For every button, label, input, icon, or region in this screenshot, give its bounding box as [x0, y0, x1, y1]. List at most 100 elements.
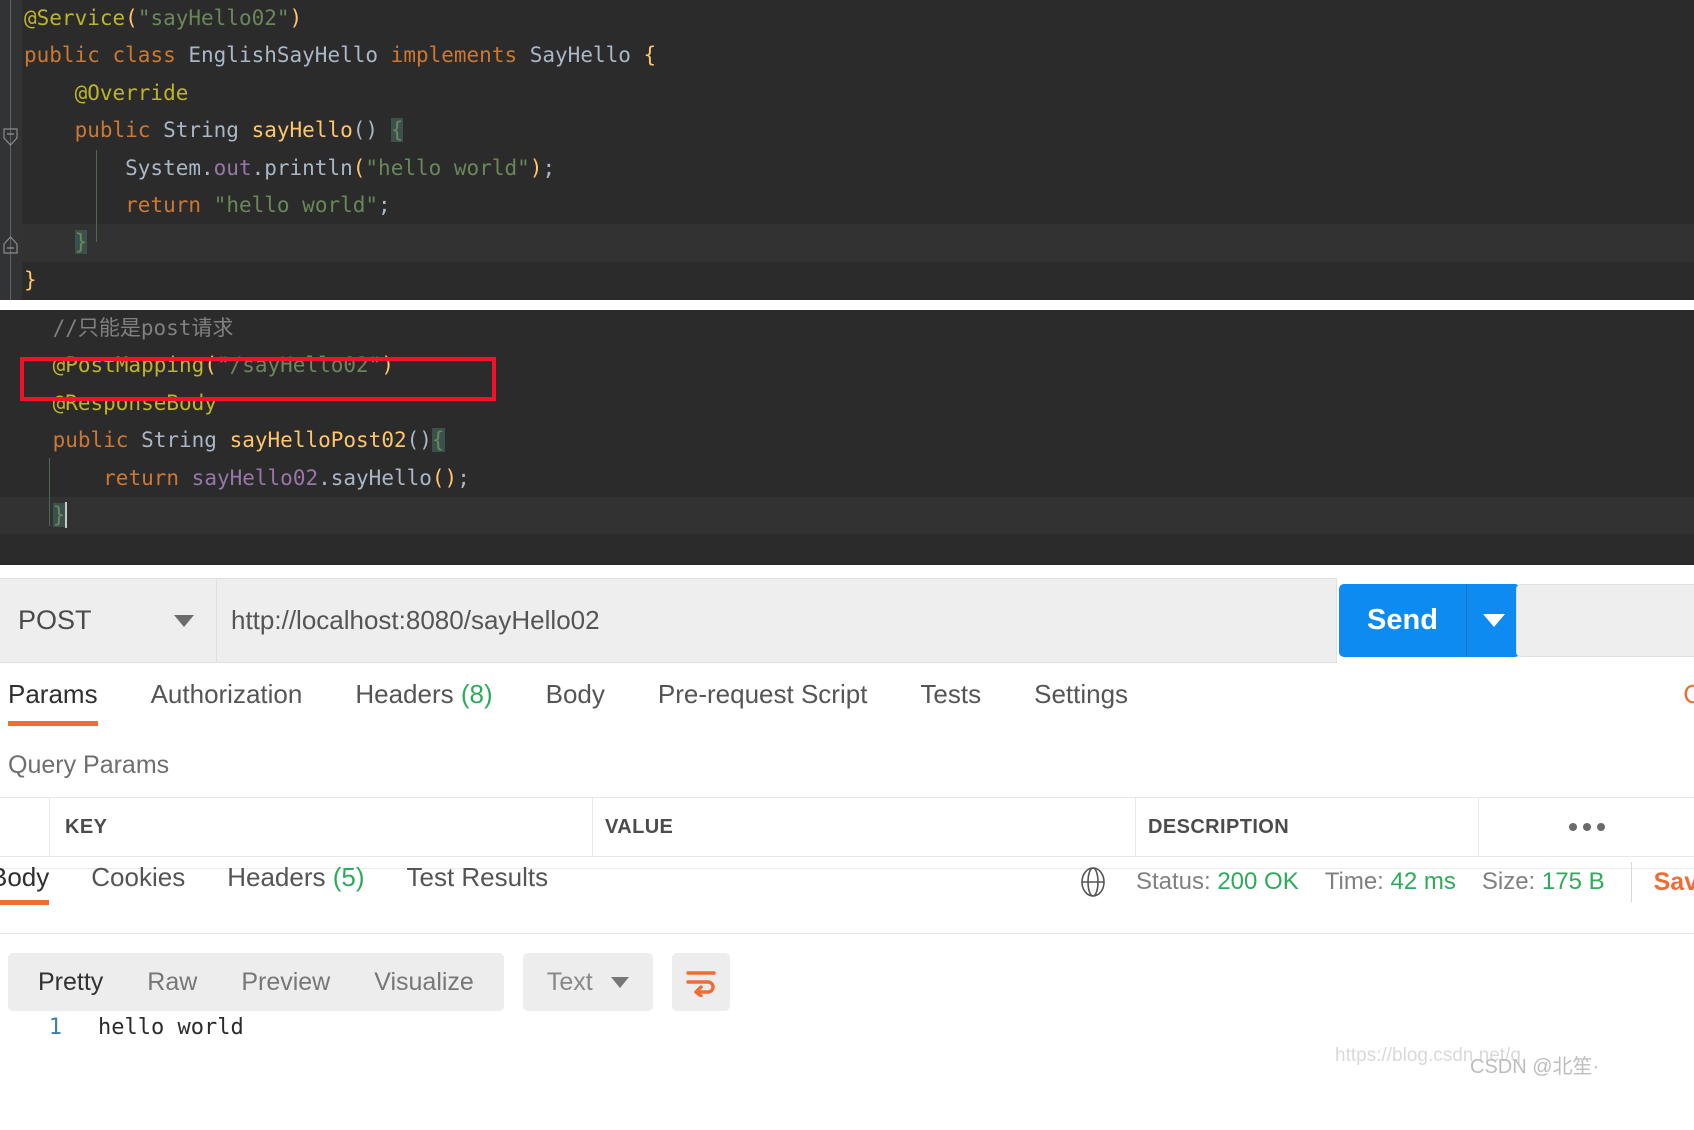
content-type-value: Text: [546, 967, 593, 996]
request-tab-tests[interactable]: Tests: [920, 675, 981, 720]
request-tab-body[interactable]: Body: [546, 675, 605, 720]
code-line: }: [22, 262, 1694, 299]
indent-guide: [96, 150, 97, 242]
view-mode-preview[interactable]: Preview: [219, 968, 352, 997]
tab-label: Body: [0, 862, 50, 892]
code-token: "hello world": [365, 155, 530, 180]
line-text: hello world: [98, 1015, 244, 1040]
divider: [1630, 862, 1632, 902]
request-url-bar: POST http://localhost:8080/sayHello02 Se…: [0, 578, 1694, 663]
code-token: public: [74, 118, 164, 143]
request-tab-pre-request-script[interactable]: Pre-request Script: [658, 675, 868, 720]
time-value: 42 ms: [1390, 868, 1456, 895]
response-view-toolbar: Pretty Raw Preview Visualize Text: [8, 953, 730, 1011]
more-options-icon: [1568, 823, 1605, 831]
code-token: public: [52, 428, 142, 453]
code-token: String: [163, 118, 252, 143]
code-line: @ResponseBody: [0, 385, 1694, 422]
select-all-checkbox-cell[interactable]: [0, 798, 50, 856]
code-token: "hello world": [213, 192, 379, 217]
response-tab-body[interactable]: Body: [0, 862, 50, 905]
request-tab-params[interactable]: Params: [8, 675, 98, 726]
column-options-button[interactable]: [1479, 798, 1694, 856]
response-tab-cookies[interactable]: Cookies: [91, 862, 185, 905]
response-body[interactable]: 1 hello world: [0, 1015, 1694, 1040]
code-token: SayHello: [529, 43, 644, 68]
code-token: sayHello: [251, 118, 353, 143]
tab-label: Body: [545, 679, 605, 709]
request-url-input[interactable]: http://localhost:8080/sayHello02: [217, 578, 1337, 663]
code-text-top[interactable]: @Service("sayHello02") public class Engli…: [22, 0, 1694, 300]
code-token: (): [431, 465, 458, 490]
request-tab-headers[interactable]: Headers (8): [355, 675, 492, 720]
response-meta: Status: 200 OK Time: 42 ms Size: 175 B S…: [1076, 862, 1694, 902]
code-token: return: [103, 465, 192, 490]
word-wrap-button[interactable]: [671, 953, 730, 1011]
code-token: (: [204, 353, 217, 378]
line-number: 1: [48, 1015, 62, 1040]
code-token: }: [74, 230, 88, 255]
code-token: EnglishSayHello: [188, 43, 391, 68]
globe-icon: [1076, 865, 1110, 899]
column-header-description: DESCRIPTION: [1136, 798, 1479, 856]
cookies-link[interactable]: C: [1683, 679, 1694, 710]
code-token: ): [381, 353, 394, 378]
size-metric: Size: 175 B: [1481, 868, 1605, 895]
save-request-button[interactable]: [1516, 584, 1694, 657]
code-token: sayHello02: [191, 465, 319, 490]
tab-label: Tests: [920, 679, 982, 709]
editor-gutter-top: [0, 0, 22, 300]
request-tab-authorization[interactable]: Authorization: [151, 675, 303, 720]
code-token: implements: [390, 43, 530, 68]
tab-label: Headers: [227, 862, 326, 892]
code-line: //只能是post请求: [0, 310, 1694, 347]
code-token: @Override: [24, 80, 189, 105]
response-tab-headers[interactable]: Headers (5): [227, 862, 364, 905]
code-token: @PostMapping: [2, 353, 205, 378]
code-token: .sayHello: [318, 465, 432, 490]
code-token: ;: [542, 155, 556, 180]
code-line: }: [0, 496, 1694, 535]
save-response-link[interactable]: Save: [1654, 868, 1694, 897]
code-token: ;: [457, 465, 470, 490]
code-token: public: [24, 43, 113, 68]
response-body-line: 1 hello world: [0, 1015, 1694, 1040]
request-tab-settings[interactable]: Settings: [1034, 675, 1128, 720]
code-token: }: [52, 502, 66, 527]
indent-guide: [49, 458, 50, 526]
code-text-bottom[interactable]: //只能是post请求 @PostMapping("/sayHello02") …: [0, 310, 1694, 565]
response-content-type-select[interactable]: Text: [522, 953, 653, 1011]
send-button[interactable]: Send: [1339, 584, 1466, 657]
code-token: {: [431, 428, 445, 453]
http-method-select[interactable]: POST: [0, 578, 217, 663]
chevron-down-icon: [1482, 614, 1505, 627]
code-line: public String sayHelloPost02(){: [0, 422, 1694, 459]
send-button-group: Send: [1339, 584, 1520, 657]
text-cursor: [65, 501, 68, 528]
response-view-mode-group: Pretty Raw Preview Visualize: [8, 953, 504, 1011]
view-mode-raw[interactable]: Raw: [125, 968, 219, 997]
code-line: @Override: [22, 75, 1694, 112]
view-mode-visualize[interactable]: Visualize: [352, 968, 496, 997]
code-fold-icon[interactable]: [3, 236, 18, 254]
code-token: System.: [24, 155, 214, 180]
code-token: //只能是post请求: [2, 316, 234, 340]
code-token: ): [289, 6, 303, 30]
response-divider: [0, 933, 1694, 934]
code-fold-icon[interactable]: [3, 128, 18, 146]
code-editor-bottom-pane: //只能是post请求 @PostMapping("/sayHello02") …: [0, 310, 1694, 565]
view-mode-pretty[interactable]: Pretty: [16, 968, 125, 997]
tab-label: Headers: [355, 679, 454, 709]
code-token: (: [352, 155, 366, 180]
tab-count: (5): [325, 862, 365, 892]
response-tab-test-results[interactable]: Test Results: [406, 862, 548, 905]
chevron-down-icon: [610, 976, 629, 988]
code-token: return: [125, 192, 214, 217]
word-wrap-icon: [686, 971, 716, 997]
send-options-button[interactable]: [1466, 584, 1520, 657]
code-token: String: [141, 428, 230, 453]
code-line: @PostMapping("/sayHello02"): [0, 347, 1694, 384]
chevron-down-icon: [174, 614, 194, 627]
